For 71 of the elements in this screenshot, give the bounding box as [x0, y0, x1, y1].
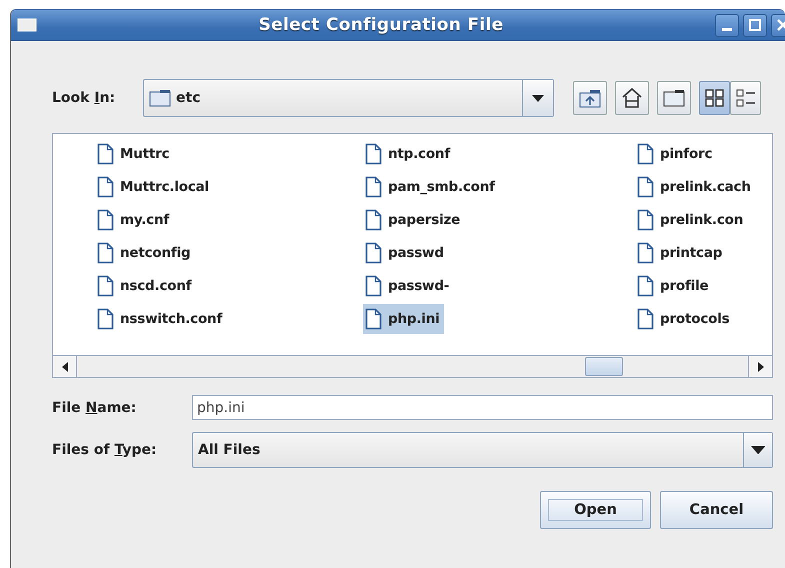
files-of-type-label: Files of Type: — [52, 442, 158, 458]
scroll-left-button[interactable] — [53, 356, 77, 377]
minimize-button[interactable] — [715, 14, 739, 36]
folder-up-icon — [579, 88, 601, 108]
file-name-label: File Name: — [52, 400, 138, 416]
list-button[interactable] — [699, 81, 730, 115]
maximize-icon — [749, 19, 761, 31]
file-item[interactable]: Muttrc.local — [95, 172, 213, 202]
file-item[interactable]: passwd — [363, 238, 448, 268]
file-item[interactable]: pam_smb.conf — [363, 172, 499, 202]
up-button[interactable] — [573, 81, 607, 115]
look-in-dropdown[interactable]: etc — [143, 79, 554, 117]
files-of-type-value: All Files — [198, 442, 260, 458]
file-item[interactable]: protocols — [635, 304, 734, 334]
file-icon — [365, 275, 382, 297]
file-item[interactable]: netconfig — [95, 238, 194, 268]
scroll-thumb[interactable] — [585, 357, 623, 376]
file-item[interactable]: papersize — [363, 205, 464, 235]
file-item[interactable]: passwd- — [363, 271, 454, 301]
file-icon — [365, 308, 382, 330]
file-item[interactable]: nsswitch.conf — [95, 304, 226, 334]
file-item[interactable]: Muttrc — [95, 139, 174, 169]
file-item[interactable]: profile — [635, 271, 712, 301]
look-in-value: etc — [176, 90, 200, 106]
file-item[interactable]: my.cnf — [95, 205, 174, 235]
file-icon — [637, 143, 654, 165]
details-view-icon — [736, 88, 756, 108]
maximize-button[interactable] — [743, 14, 767, 36]
file-icon — [637, 308, 654, 330]
home-icon — [621, 87, 643, 109]
files-of-type-dropdown[interactable]: All Files — [192, 432, 773, 468]
file-item[interactable]: prelink.cach — [635, 172, 755, 202]
file-icon — [97, 143, 114, 165]
file-item[interactable]: nscd.conf — [95, 271, 196, 301]
open-button[interactable]: Open — [540, 491, 651, 529]
file-icon — [97, 308, 114, 330]
right-arrow-icon — [758, 362, 764, 372]
file-item[interactable]: pinforc — [635, 139, 716, 169]
file-icon — [97, 242, 114, 264]
file-name-field[interactable]: php.ini — [192, 395, 773, 420]
new-folder-button[interactable] — [657, 81, 691, 115]
list-view-icon — [704, 88, 724, 108]
caret-icon — [532, 94, 544, 102]
file-item[interactable]: printcap — [635, 238, 726, 268]
file-icon — [637, 275, 654, 297]
file-icon — [365, 176, 382, 198]
home-button[interactable] — [615, 81, 649, 115]
file-item[interactable]: php.ini — [363, 304, 444, 334]
file-icon — [365, 242, 382, 264]
file-icon — [637, 242, 654, 264]
folder-icon — [663, 89, 685, 107]
details-button[interactable] — [730, 81, 761, 115]
file-icon — [97, 176, 114, 198]
horizontal-scrollbar[interactable] — [53, 355, 772, 377]
cancel-button[interactable]: Cancel — [660, 491, 773, 529]
left-arrow-icon — [62, 362, 68, 372]
look-in-label: Look In: — [52, 90, 116, 106]
file-icon — [97, 275, 114, 297]
scroll-right-button[interactable] — [748, 356, 772, 377]
folder-icon — [149, 89, 171, 107]
file-icon — [365, 209, 382, 231]
file-item[interactable]: ntp.conf — [363, 139, 454, 169]
file-icon — [365, 143, 382, 165]
file-icon — [97, 209, 114, 231]
window-menu-icon[interactable] — [17, 18, 37, 32]
file-icon — [637, 209, 654, 231]
minimize-icon — [722, 28, 732, 30]
caret-icon — [750, 446, 766, 454]
file-item[interactable]: prelink.con — [635, 205, 748, 235]
file-icon — [637, 176, 654, 198]
window-title: Select Configuration File — [258, 15, 504, 35]
